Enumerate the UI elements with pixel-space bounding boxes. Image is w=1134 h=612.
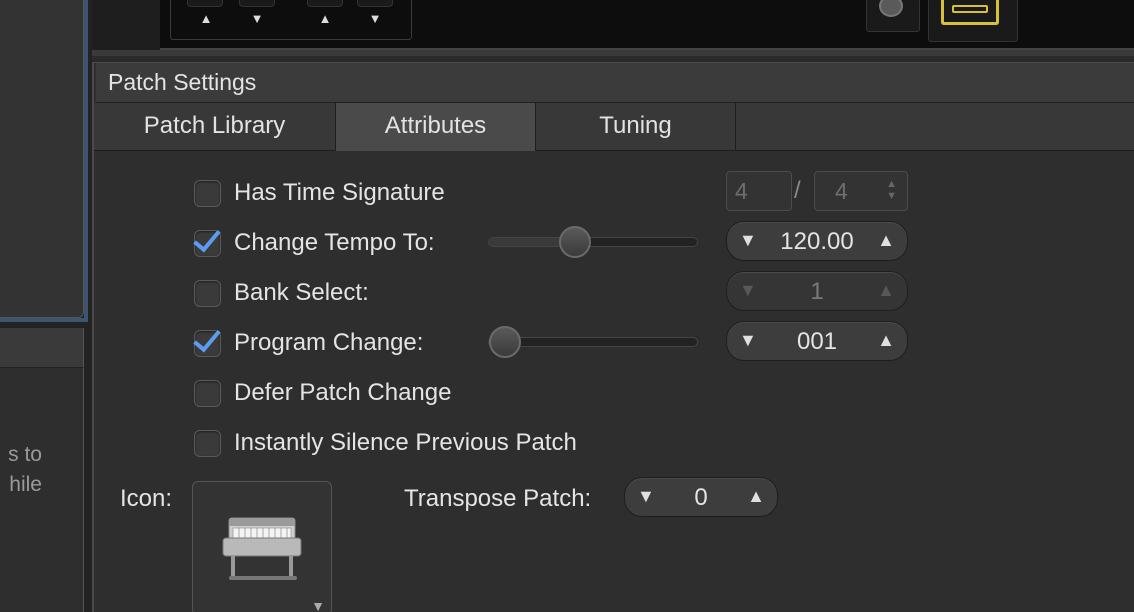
bank-select-checkbox[interactable] [194,279,221,307]
instantly-silence-checkbox[interactable] [194,429,221,457]
time-signature-row: Has Time Signature [194,173,445,213]
octave-key-1[interactable] [187,0,223,7]
controller-area: ▲ ▼ ▲ ▼ [92,0,1134,50]
patch-settings-panel: Patch Settings Patch Library Attributes … [92,62,1134,612]
time-signature-numerator[interactable]: 4 [726,171,792,211]
transpose-stepper: ▼ 0 ▲ [624,477,778,517]
panel-title: Patch Settings [96,63,1134,103]
mod-wheel-widget[interactable] [928,0,1018,42]
defer-patch-change-row: Defer Patch Change [194,373,451,413]
tab-bar: Patch Library Attributes Tuning [94,103,1134,151]
tab-patch-library[interactable]: Patch Library [94,103,336,151]
left-lower-header [0,328,84,368]
electric-piano-icon [222,517,302,580]
yellow-slot-icon [941,0,999,25]
transpose-increment-icon[interactable]: ▲ [747,486,765,507]
time-signature-denominator[interactable]: 4 ▲ ▼ [814,171,908,211]
bank-select-stepper: ▼ 1 ▲ [726,271,908,311]
tempo-slider[interactable] [488,226,698,258]
bank-select-row: Bank Select: [194,273,369,313]
program-change-row: Program Change: [194,323,423,363]
bank-value[interactable]: 1 [757,278,877,306]
controller-shadow [92,0,160,50]
program-change-checkbox[interactable] [194,329,221,357]
tempo-increment-icon[interactable]: ▲ [877,230,895,251]
transpose-key-1[interactable] [307,0,343,7]
program-change-label: Program Change: [234,329,424,356]
icon-label: Icon: [120,485,173,512]
change-tempo-label: Change Tempo To: [234,229,435,256]
program-decrement-icon[interactable]: ▼ [739,330,757,351]
defer-patch-change-label: Defer Patch Change [234,379,452,406]
bank-decrement-icon[interactable]: ▼ [739,280,757,301]
program-change-slider[interactable] [488,326,698,358]
sustain-pedal[interactable] [866,0,920,32]
program-value[interactable]: 001 [757,328,877,356]
left-pane: s to hile [0,0,92,612]
selection-highlight [84,0,88,322]
patch-icon-picker[interactable]: ▼ [192,481,332,612]
octave-key-2[interactable] [239,0,275,7]
tempo-stepper: ▼ 120.00 ▲ [726,221,908,261]
selection-highlight-bottom [0,318,88,322]
octave-down-icon[interactable]: ▼ [247,11,267,26]
program-change-stepper: ▼ 001 ▲ [726,321,908,361]
bank-select-label: Bank Select: [234,279,369,306]
has-time-signature-checkbox[interactable] [194,179,221,207]
yellow-slot-inner [952,5,988,13]
transpose-down-icon[interactable]: ▼ [365,11,385,26]
tempo-value[interactable]: 120.00 [757,228,877,256]
denominator-spinner-icon[interactable]: ▲ ▼ [886,178,897,202]
truncated-help-text: s to hile [8,443,42,496]
tab-attributes[interactable]: Attributes [336,103,536,151]
time-signature-denominator-value: 4 [835,178,848,204]
has-time-signature-label: Has Time Signature [234,179,445,206]
octave-up-icon[interactable]: ▲ [196,11,216,26]
transpose-up-icon[interactable]: ▲ [315,11,335,26]
bank-increment-icon[interactable]: ▲ [877,280,895,301]
defer-patch-change-checkbox[interactable] [194,379,221,407]
transpose-value[interactable]: 0 [655,484,747,512]
pedal-knob-icon [879,0,903,17]
icon-menu-arrow-icon[interactable]: ▼ [311,598,325,612]
instantly-silence-row: Instantly Silence Previous Patch [194,423,577,463]
transpose-patch-label: Transpose Patch: [404,485,592,512]
time-signature-slash: / [794,177,801,204]
change-tempo-row: Change Tempo To: [194,223,435,263]
tempo-slider-thumb[interactable] [559,226,591,258]
change-tempo-checkbox[interactable] [194,229,221,257]
program-increment-icon[interactable]: ▲ [877,330,895,351]
left-upper-pane [0,0,84,318]
instantly-silence-label: Instantly Silence Previous Patch [234,429,577,456]
tempo-decrement-icon[interactable]: ▼ [739,230,757,251]
program-slider-thumb[interactable] [489,326,521,358]
top-strip: ▲ ▼ ▲ ▼ [92,0,1134,56]
tab-tuning[interactable]: Tuning [536,103,736,151]
octave-transpose-buttons: ▲ ▼ ▲ ▼ [170,0,412,40]
transpose-decrement-icon[interactable]: ▼ [637,486,655,507]
transpose-key-2[interactable] [357,0,393,7]
